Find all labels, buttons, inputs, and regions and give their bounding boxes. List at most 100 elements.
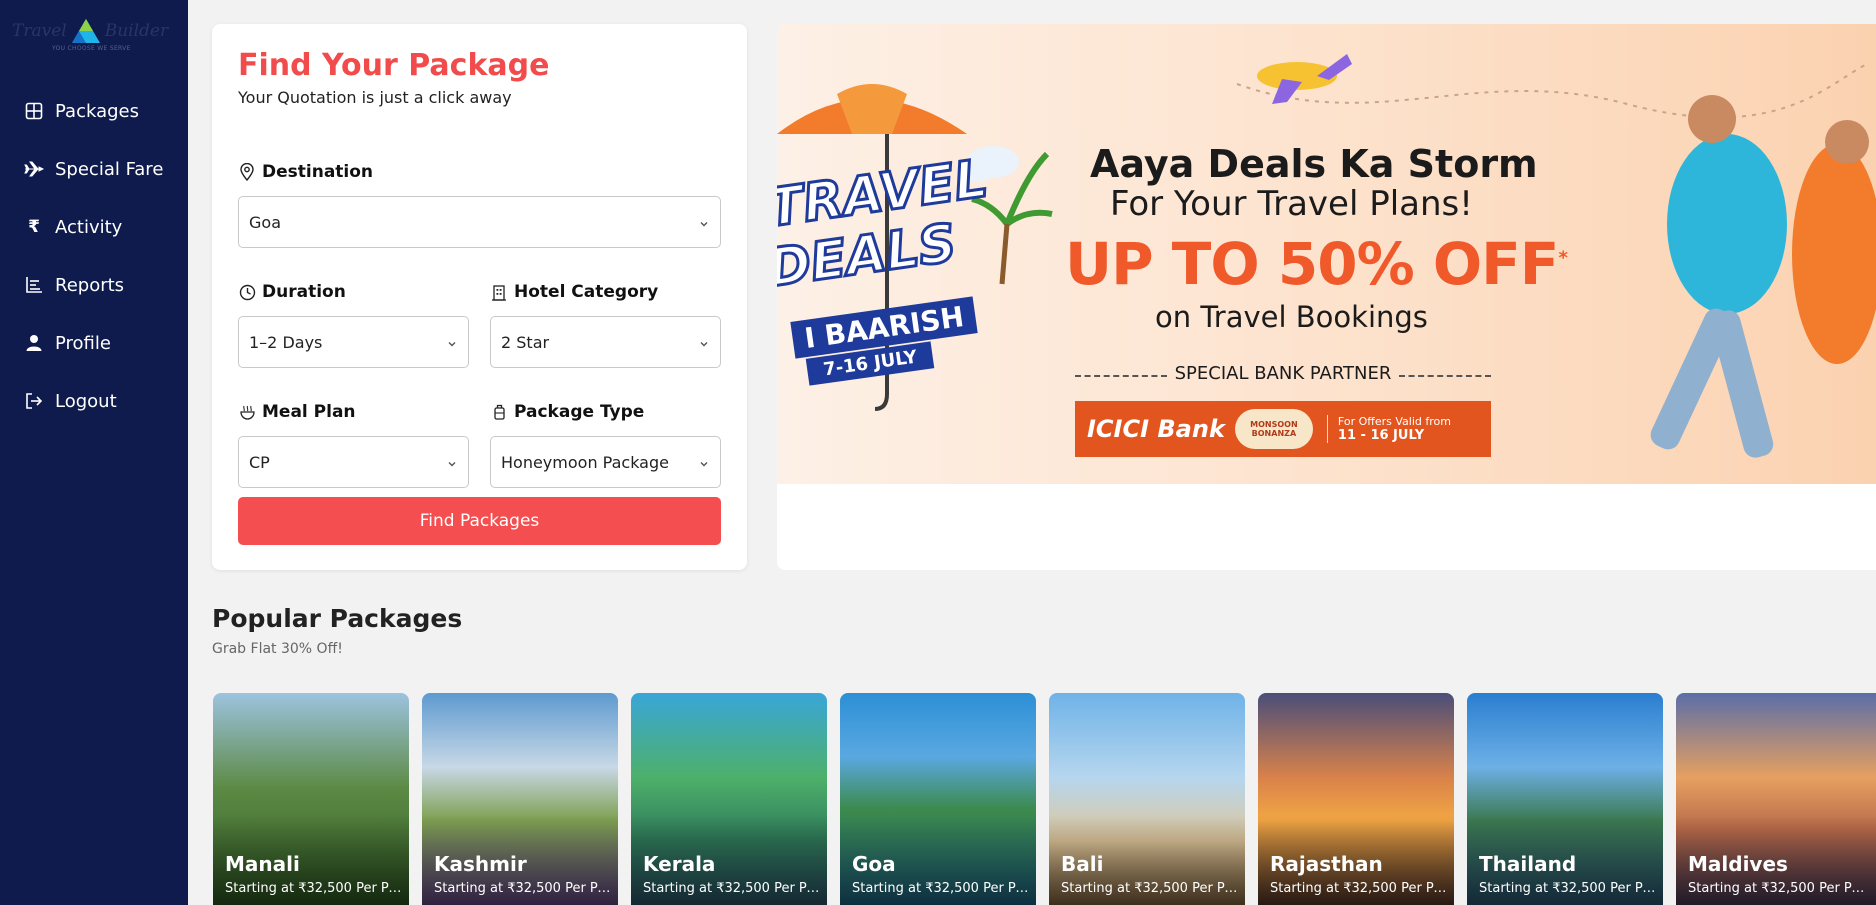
user-icon (24, 333, 44, 353)
promo-banner-image: TRAVEL DEALS I BAARISH 7-16 JULY Aaya De… (777, 24, 1876, 484)
package-price: Starting at ₹32,500 Per Person (1270, 881, 1448, 896)
sidebar-item-logout[interactable]: Logout (0, 372, 188, 430)
report-icon (24, 275, 44, 295)
promo-banner[interactable]: TRAVEL DEALS I BAARISH 7-16 JULY Aaya De… (777, 24, 1876, 570)
sidebar-item-label: Packages (55, 100, 139, 122)
package-price: Starting at ₹32,500 Per Person (225, 881, 403, 896)
banner-subheadline: For Your Travel Plans! (1110, 184, 1473, 224)
meal-plan-label: Meal Plan (238, 402, 356, 422)
sidebar-item-reports[interactable]: Reports (0, 256, 188, 314)
sidebar-item-label: Activity (55, 216, 123, 238)
chevron-down-icon (698, 455, 710, 467)
sidebar-item-label: Logout (55, 390, 117, 412)
popular-packages-subtitle: Grab Flat 30% Off! (212, 641, 343, 657)
brand-name-left: Travel (12, 21, 67, 41)
package-name: Thailand (1479, 852, 1577, 876)
chevron-down-icon (446, 335, 458, 347)
banner-discount: UP TO 50% OFF* (1065, 230, 1568, 298)
sidebar-item-label: Reports (55, 274, 125, 296)
package-price: Starting at ₹32,500 Per Person (434, 881, 612, 896)
package-card-kashmir[interactable]: Kashmir Starting at ₹32,500 Per Person (422, 693, 618, 905)
duration-label-text: Duration (262, 282, 346, 302)
chevron-down-icon (446, 455, 458, 467)
package-card-maldives[interactable]: Maldives Starting at ₹32,500 Per Person (1676, 693, 1876, 905)
package-card-thailand[interactable]: Thailand Starting at ₹32,500 Per Person (1467, 693, 1663, 905)
package-price: Starting at ₹32,500 Per Person (1061, 881, 1239, 896)
hotel-category-label: Hotel Category (490, 282, 658, 302)
icici-offer-strip: ICICI Bank MONSOON BONANZA For Offers Val… (1075, 401, 1491, 457)
sidebar-item-packages[interactable]: Packages (0, 82, 188, 140)
travel-deals-badge: TRAVEL DEALS (777, 147, 993, 300)
hotel-category-label-text: Hotel Category (514, 282, 659, 302)
meal-plan-value: CP (249, 452, 270, 472)
package-price: Starting at ₹32,500 Per Person (1479, 881, 1657, 896)
brand-logo[interactable]: Travel Builder YOU CHOOSE WE SERVE (12, 18, 177, 62)
bonanza-bottom: BONANZA (1251, 429, 1297, 438)
icici-bank-logo: ICICI Bank (1087, 415, 1225, 443)
package-name: Bali (1061, 852, 1104, 876)
duration-label: Duration (238, 282, 346, 302)
location-pin-icon (238, 163, 256, 181)
find-packages-button[interactable]: Find Packages (238, 497, 721, 545)
destination-value: Goa (249, 212, 281, 232)
hotel-category-select[interactable]: 2 Star (490, 316, 721, 368)
package-card-bali[interactable]: Bali Starting at ₹32,500 Per Person (1049, 693, 1245, 905)
package-card-kerala[interactable]: Kerala Starting at ₹32,500 Per Person (631, 693, 827, 905)
package-card-rajasthan[interactable]: Rajasthan Starting at ₹32,500 Per Person (1258, 693, 1454, 905)
package-price: Starting at ₹32,500 Per Person (1688, 881, 1866, 896)
brand-tagline: YOU CHOOSE WE SERVE (52, 45, 131, 52)
package-name: Rajasthan (1270, 852, 1383, 876)
package-card-goa[interactable]: Goa Starting at ₹32,500 Per Person (840, 693, 1036, 905)
meal-plan-label-text: Meal Plan (262, 402, 356, 422)
sidebar-item-label: Special Fare (55, 158, 164, 180)
package-name: Kerala (643, 852, 716, 876)
banner-discount-mark: * (1558, 247, 1567, 269)
banner-discount-note: on Travel Bookings (1155, 300, 1428, 334)
duration-select[interactable]: 1–2 Days (238, 316, 469, 368)
banner-headline: Aaya Deals Ka Storm (1090, 142, 1538, 186)
package-type-value: Honeymoon Package (501, 452, 669, 472)
duration-value: 1–2 Days (249, 332, 323, 352)
sidebar-nav: Packages Special Fare ₹ Activity Reports… (0, 82, 188, 430)
package-type-label-text: Package Type (514, 402, 645, 422)
hotel-category-value: 2 Star (501, 332, 550, 352)
package-type-select[interactable]: Honeymoon Package (490, 436, 721, 488)
destination-label-text: Destination (262, 162, 374, 182)
clock-icon (238, 283, 256, 301)
meal-plan-select[interactable]: CP (238, 436, 469, 488)
package-type-label: Package Type (490, 402, 644, 422)
search-title: Find Your Package (238, 48, 550, 83)
logout-icon (24, 391, 44, 411)
sidebar-item-special-fare[interactable]: Special Fare (0, 140, 188, 198)
destination-select[interactable]: Goa (238, 196, 721, 248)
plane-icon (24, 159, 44, 179)
package-price: Starting at ₹32,500 Per Person (852, 881, 1030, 896)
banner-discount-text: UP TO 50% OFF (1065, 230, 1559, 298)
luggage-icon (490, 403, 508, 421)
sidebar-item-label: Profile (55, 332, 111, 354)
package-card-manali[interactable]: Manali Starting at ₹32,500 Per Person (213, 693, 409, 905)
package-name: Manali (225, 852, 300, 876)
logo-mark-icon (71, 18, 101, 44)
offer-valid-dates: 11 - 16 JULY (1337, 428, 1425, 443)
bonanza-top: MONSOON (1250, 420, 1298, 429)
destination-label: Destination (238, 162, 373, 182)
meal-bowl-icon (238, 403, 256, 421)
grid-icon (24, 101, 44, 121)
package-name: Goa (852, 852, 896, 876)
hotel-building-icon (490, 283, 508, 301)
monsoon-bonanza-badge: MONSOON BONANZA (1234, 409, 1313, 449)
bank-partner-label: SPECIAL BANK PARTNER (1075, 363, 1491, 384)
rupee-icon: ₹ (28, 217, 40, 237)
offer-valid-label: For Offers Valid from (1337, 415, 1451, 428)
popular-packages-title: Popular Packages (212, 604, 463, 633)
sidebar-item-profile[interactable]: Profile (0, 314, 188, 372)
chevron-down-icon (698, 335, 710, 347)
package-name: Kashmir (434, 852, 527, 876)
sidebar-item-activity[interactable]: ₹ Activity (0, 198, 188, 256)
offer-validity: For Offers Valid from 11 - 16 JULY (1326, 415, 1451, 443)
search-subtitle: Your Quotation is just a click away (238, 88, 512, 107)
package-name: Maldives (1688, 852, 1788, 876)
brand-name-right: Builder (104, 21, 169, 41)
chevron-down-icon (698, 215, 710, 227)
